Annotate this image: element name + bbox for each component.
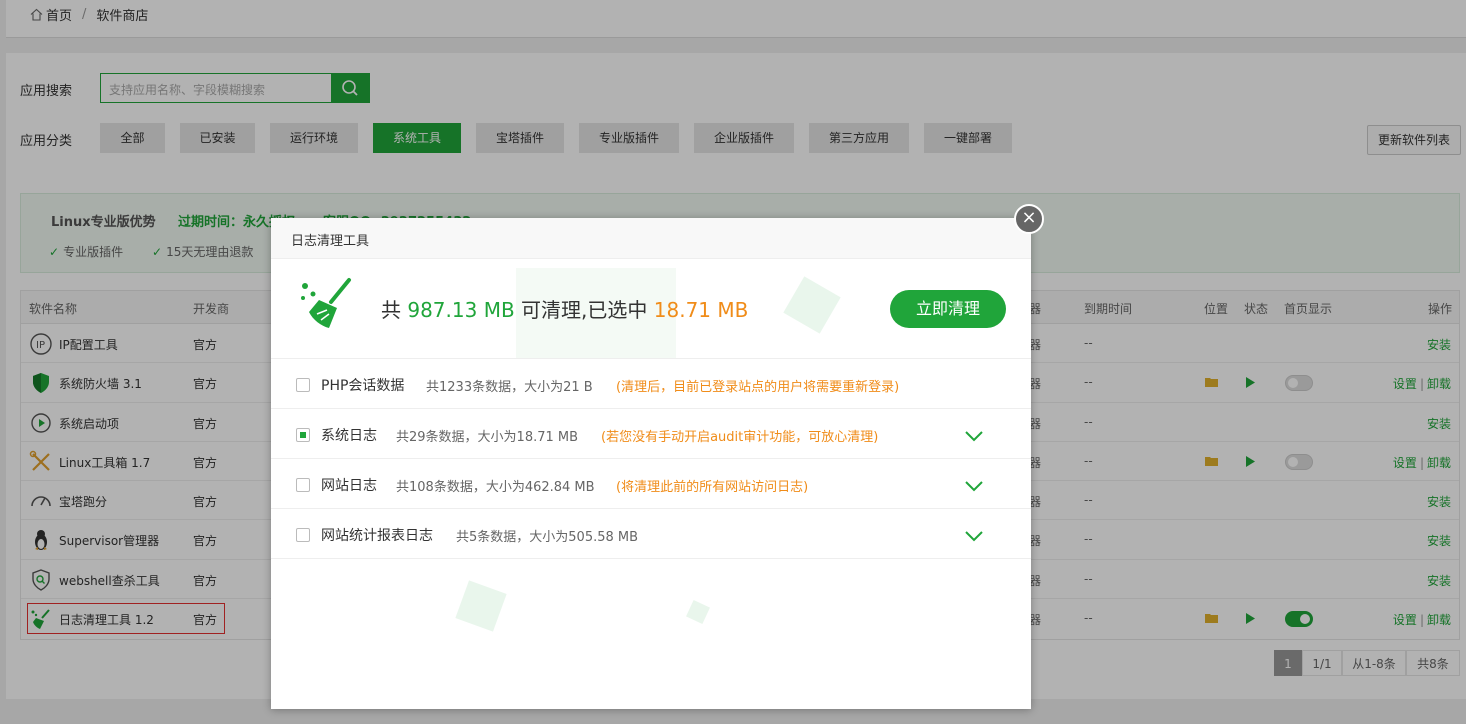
decoration-shape xyxy=(783,276,841,334)
decoration-shape xyxy=(455,580,507,632)
item-desc: 共1233条数据，大小为21 B xyxy=(426,380,593,395)
broom-icon xyxy=(301,278,351,328)
log-item-site-log: 网站日志 共108条数据，大小为462.84 MB (将清理此前的所有网站访问日… xyxy=(271,459,1031,509)
divider xyxy=(271,558,1031,559)
decoration-shape xyxy=(686,600,710,624)
item-checkbox[interactable] xyxy=(296,428,310,442)
item-warning: (若您没有手动开启audit审计功能，可放心清理) xyxy=(601,430,879,445)
item-name: 网站日志 xyxy=(321,478,377,494)
log-item-php-session: PHP会话数据 共1233条数据，大小为21 B (清理后，目前已登录站点的用户… xyxy=(271,359,1031,409)
chevron-down-icon[interactable] xyxy=(964,430,984,442)
chevron-down-icon[interactable] xyxy=(964,480,984,492)
close-icon: × xyxy=(1021,207,1037,228)
item-warning: (将清理此前的所有网站访问日志) xyxy=(616,480,809,495)
clean-now-button[interactable]: 立即清理 xyxy=(890,290,1006,328)
close-dialog-button[interactable]: × xyxy=(1014,204,1044,234)
item-warning: (清理后，目前已登录站点的用户将需要重新登录) xyxy=(616,380,900,395)
log-item-site-stats: 网站统计报表日志 共5条数据，大小为505.58 MB xyxy=(271,509,1031,559)
item-checkbox[interactable] xyxy=(296,378,310,392)
item-name: 系统日志 xyxy=(321,428,377,444)
log-cleaner-dialog: 日志清理工具 共 987.13 MB 可清理,已选中 18.71 MB 立即清理… xyxy=(271,218,1031,709)
cleanup-summary: 共 987.13 MB 可清理,已选中 18.71 MB xyxy=(381,298,749,322)
item-desc: 共29条数据，大小为18.71 MB xyxy=(396,430,579,445)
item-checkbox[interactable] xyxy=(296,478,310,492)
dialog-title: 日志清理工具 xyxy=(271,218,1031,259)
item-name: PHP会话数据 xyxy=(321,378,405,394)
total-size: 987.13 MB xyxy=(407,298,515,322)
item-desc: 共5条数据，大小为505.58 MB xyxy=(456,530,639,545)
item-name: 网站统计报表日志 xyxy=(321,528,433,544)
item-checkbox[interactable] xyxy=(296,528,310,542)
item-desc: 共108条数据，大小为462.84 MB xyxy=(396,480,595,495)
selected-size: 18.71 MB xyxy=(653,298,749,322)
log-item-system-log: 系统日志 共29条数据，大小为18.71 MB (若您没有手动开启audit审计… xyxy=(271,409,1031,459)
chevron-down-icon[interactable] xyxy=(964,530,984,542)
